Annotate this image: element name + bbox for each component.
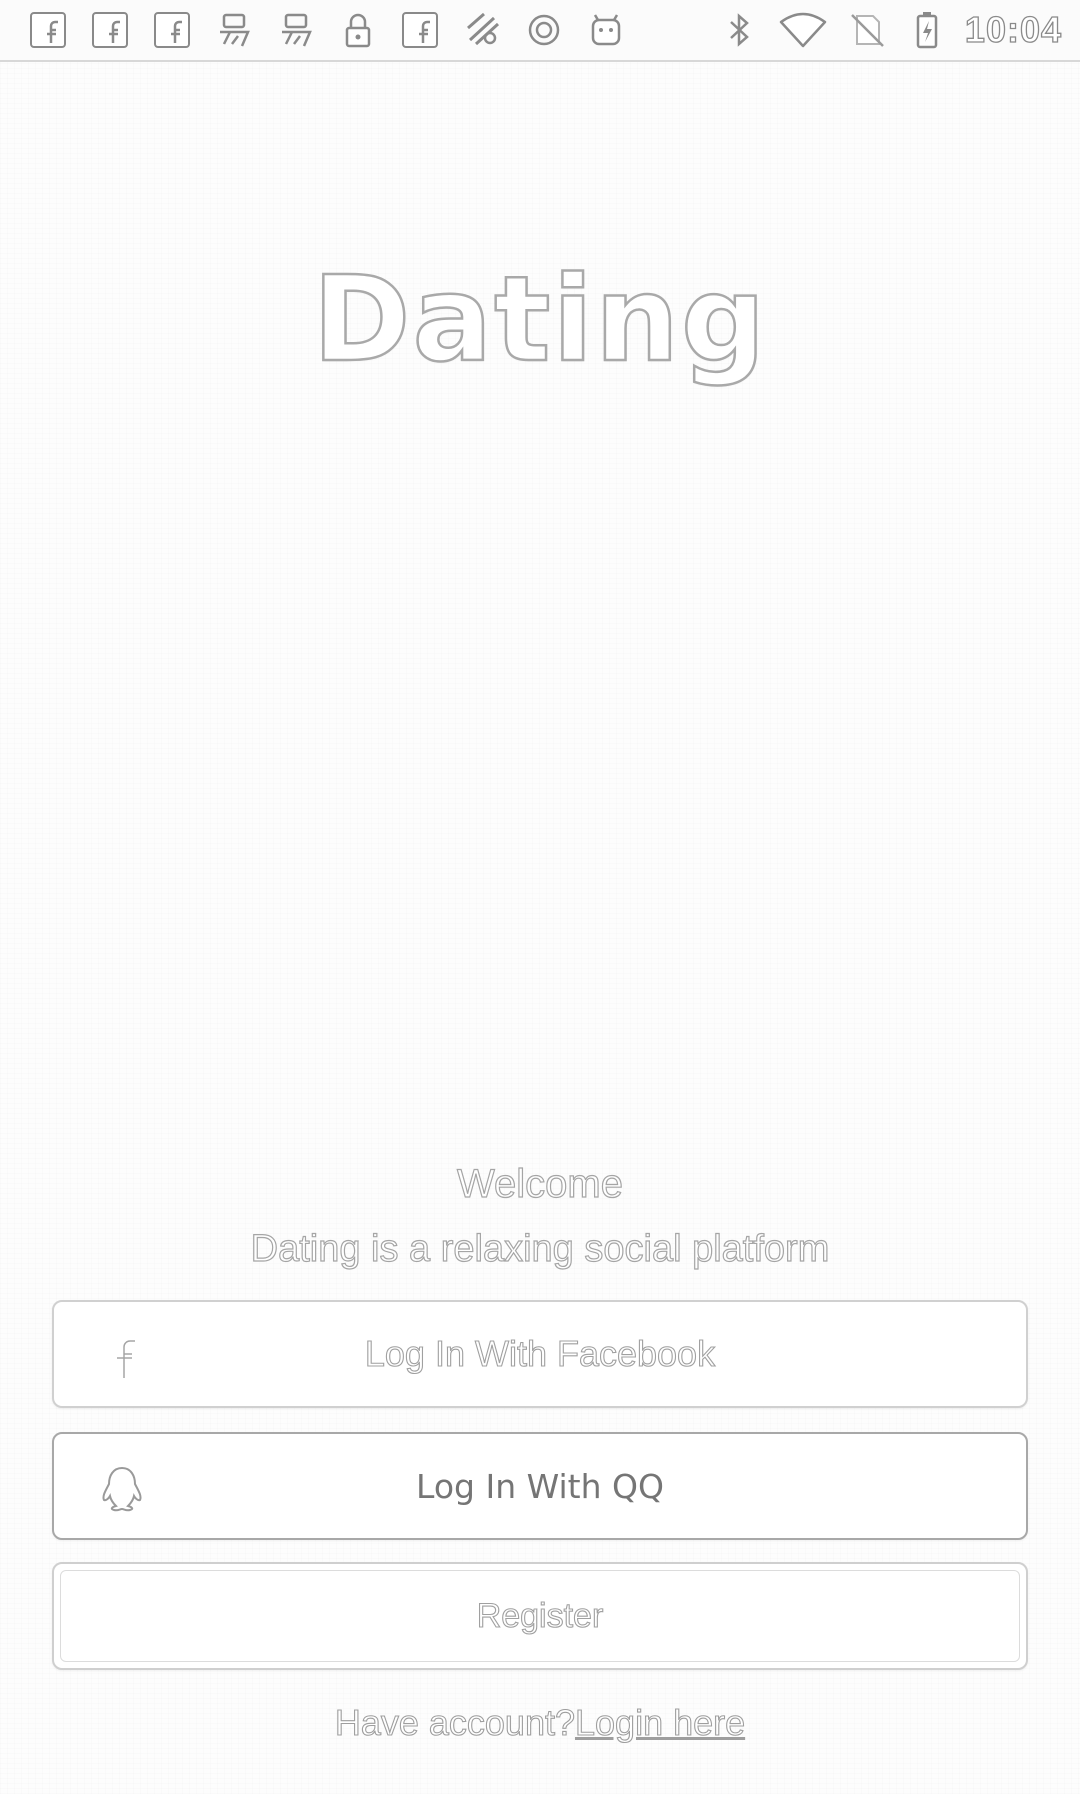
yi-notification-icon bbox=[274, 8, 318, 52]
facebook-login-label: Log In With Facebook bbox=[364, 1332, 716, 1374]
lock-icon bbox=[336, 8, 380, 52]
wifi-icon bbox=[777, 8, 829, 52]
login-prompt: Have account?Login here bbox=[0, 1701, 1080, 1744]
qq-login-label: Log In With QQ bbox=[416, 1466, 664, 1506]
welcome-heading: Welcome bbox=[456, 1161, 623, 1206]
battery-charging-icon bbox=[905, 8, 949, 52]
status-bar: 10:04 bbox=[0, 0, 1080, 62]
facebook-icon bbox=[94, 1328, 150, 1384]
bluetooth-icon bbox=[717, 8, 761, 52]
yi-notification-icon bbox=[212, 8, 256, 52]
circle-icon bbox=[522, 8, 566, 52]
login-here-link[interactable]: Login here bbox=[574, 1701, 745, 1743]
facebook-notification-icon bbox=[398, 8, 442, 52]
app-title: Dating bbox=[311, 249, 768, 390]
facebook-login-button[interactable]: Log In With Facebook bbox=[52, 1300, 1028, 1408]
system-tray: 10:04 bbox=[717, 8, 1062, 52]
android-icon bbox=[584, 8, 628, 52]
qq-penguin-icon bbox=[94, 1460, 150, 1516]
app-screen: 10:04 Dating Welcome Dating is a relaxin… bbox=[0, 0, 1080, 1794]
clock-time: 10:04 bbox=[964, 8, 1062, 50]
facebook-notification-icon bbox=[88, 8, 132, 52]
have-account-text: Have account? bbox=[334, 1701, 575, 1743]
qq-login-button[interactable]: Log In With QQ bbox=[52, 1432, 1028, 1540]
weather-icon bbox=[460, 8, 504, 52]
notification-area bbox=[26, 8, 628, 52]
register-label: Register bbox=[476, 1596, 604, 1635]
no-sim-icon bbox=[845, 8, 889, 52]
facebook-notification-icon bbox=[26, 8, 70, 52]
welcome-tagline: Dating is a relaxing social platform bbox=[250, 1227, 830, 1270]
facebook-notification-icon bbox=[150, 8, 194, 52]
register-button[interactable]: Register bbox=[52, 1562, 1028, 1670]
